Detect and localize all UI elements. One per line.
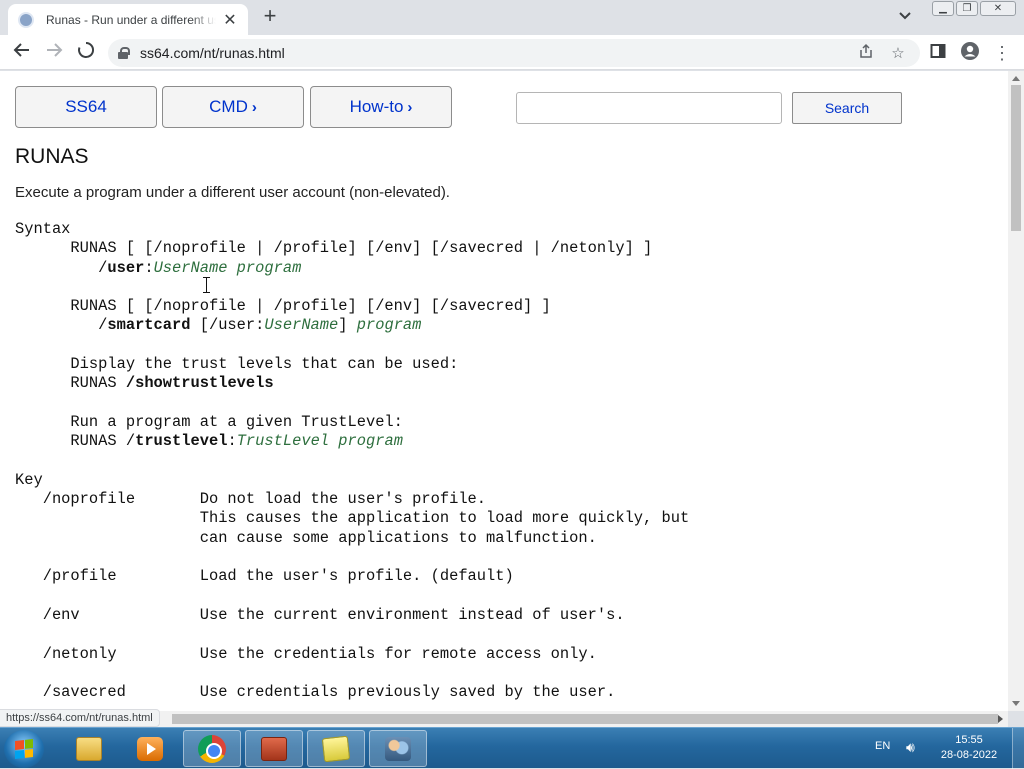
key-line: This causes the application to load more… [15, 509, 690, 528]
howto-menu-button[interactable]: How-to › [310, 86, 452, 128]
chevron-right-icon: › [407, 98, 413, 116]
tab-search-chevron-icon[interactable] [896, 8, 914, 26]
browser-toolbar: ss64.com/nt/runas.html ☆ ⋮ [0, 35, 1024, 70]
chevron-right-icon: › [251, 98, 257, 116]
syntax-text: : [227, 432, 237, 451]
clock-date: 28-08-2022 [940, 749, 998, 761]
scroll-up-arrow-icon[interactable] [1012, 76, 1020, 81]
address-bar[interactable]: ss64.com/nt/runas.html ☆ [108, 39, 920, 67]
page-title: RUNAS [15, 145, 89, 168]
taskbar-users[interactable] [369, 730, 427, 767]
window-controls: ▁ ❐ ✕ [932, 1, 1016, 16]
key-line: /netonly Use the credentials for remote … [15, 644, 597, 663]
key-line: /savecred Use credentials previously sav… [15, 683, 616, 702]
horizontal-scroll-thumb[interactable] [172, 714, 998, 724]
key-line: /env Use the current environment instead… [15, 605, 625, 624]
taskbar-remote-desktop[interactable] [245, 730, 303, 767]
ss64-favicon-icon [18, 11, 34, 28]
clock[interactable]: 15:55 28-08-2022 [940, 733, 998, 763]
url-text[interactable]: ss64.com/nt/runas.html [140, 45, 846, 61]
cmd-menu-button[interactable]: CMD › [162, 86, 304, 128]
syntax-args: UserName program [153, 258, 302, 277]
language-indicator[interactable]: EN [875, 740, 890, 752]
folder-icon [76, 736, 102, 761]
side-panel-icon[interactable] [926, 41, 950, 65]
tab-strip: Runas - Run under a different user ✕ + ▁… [0, 0, 1024, 35]
switch-user: user [107, 258, 145, 277]
loading-spinner-icon[interactable] [74, 41, 98, 65]
scroll-down-arrow-icon[interactable] [1012, 701, 1020, 706]
taskbar-sticky-notes[interactable] [307, 730, 365, 767]
taskbar-media-player[interactable] [121, 730, 179, 767]
syntax-text: [/user: [190, 316, 265, 335]
browser-tab[interactable]: Runas - Run under a different user ✕ [8, 4, 248, 35]
show-desktop-button[interactable] [1012, 728, 1024, 769]
tab-close-icon[interactable]: ✕ [222, 10, 238, 30]
clock-time: 15:55 [955, 734, 983, 746]
start-button[interactable] [4, 730, 44, 768]
taskbar-explorer[interactable] [60, 730, 118, 767]
syntax-line: RUNAS [ [/noprofile | /profile] [/env] [… [15, 239, 653, 258]
media-player-icon [137, 736, 163, 761]
syntax-args: program [356, 316, 422, 335]
howto-label: How-to [349, 97, 404, 116]
syntax-text: ] [338, 316, 357, 335]
key-line: /profile Load the user's profile. (defau… [15, 567, 514, 586]
page-viewport: SS64 CMD › How-to › Search RUNAS Execute… [0, 71, 1008, 711]
cmd-label: CMD [209, 97, 248, 116]
syntax-text: RUNAS / [15, 432, 136, 451]
search-input[interactable] [516, 92, 782, 124]
syntax-text: / [15, 258, 108, 277]
syntax-line: RUNAS [ [/noprofile | /profile] [/env] [… [15, 297, 551, 316]
users-icon [385, 736, 411, 761]
syntax-text: : [144, 258, 154, 277]
new-tab-button[interactable]: + [259, 5, 281, 27]
syntax-block: Syntax RUNAS [ [/noprofile | /profile] [… [15, 220, 689, 702]
forward-arrow-icon[interactable] [42, 41, 66, 65]
syntax-line: Display the trust levels that can be use… [15, 355, 459, 374]
status-bar-url: https://ss64.com/nt/runas.html [0, 709, 160, 727]
profile-avatar-icon[interactable] [958, 41, 982, 65]
vertical-scroll-thumb[interactable] [1011, 85, 1021, 231]
scroll-right-arrow-icon[interactable] [998, 715, 1003, 723]
tab-title: Runas - Run under a different user [46, 12, 216, 27]
back-arrow-icon[interactable] [10, 41, 34, 65]
key-heading: Key [15, 470, 43, 489]
text-cursor-icon [203, 277, 212, 293]
key-line: /noprofile Do not load the user's profil… [15, 490, 487, 509]
syntax-line: Run a program at a given TrustLevel: [15, 412, 403, 431]
vertical-scrollbar[interactable] [1008, 71, 1024, 711]
key-line: can cause some applications to malfuncti… [15, 528, 597, 547]
remote-desktop-icon [261, 736, 287, 761]
syntax-args: TrustLevel program [236, 432, 403, 451]
volume-icon[interactable]: 🔊︎ [906, 739, 915, 756]
kebab-menu-icon[interactable]: ⋮ [990, 41, 1014, 65]
restore-button[interactable]: ❐ [956, 1, 978, 16]
syntax-args: UserName [264, 316, 339, 335]
taskbar-chrome[interactable] [183, 730, 241, 767]
minimize-button[interactable]: ▁ [932, 1, 954, 16]
sticky-notes-icon [321, 735, 351, 762]
share-icon[interactable] [854, 43, 878, 63]
chrome-icon [198, 734, 226, 763]
windows-logo-icon [15, 739, 33, 759]
lock-icon[interactable] [118, 47, 130, 59]
syntax-text: RUNAS [15, 374, 126, 393]
ss64-label: SS64 [65, 97, 107, 116]
close-window-button[interactable]: ✕ [980, 1, 1016, 16]
ss64-home-button[interactable]: SS64 [15, 86, 157, 128]
switch-smartcard: smartcard [107, 316, 191, 335]
search-button[interactable]: Search [792, 92, 902, 124]
switch-showtrustlevels: /showtrustlevels [125, 374, 274, 393]
page-description: Execute a program under a different user… [15, 184, 450, 201]
bookmark-star-icon[interactable]: ☆ [886, 44, 910, 62]
taskbar: EN 🔊︎ 15:55 28-08-2022 [0, 727, 1024, 769]
syntax-text: / [15, 316, 108, 335]
switch-trustlevel: trustlevel [135, 432, 228, 451]
syntax-heading: Syntax [15, 220, 71, 238]
